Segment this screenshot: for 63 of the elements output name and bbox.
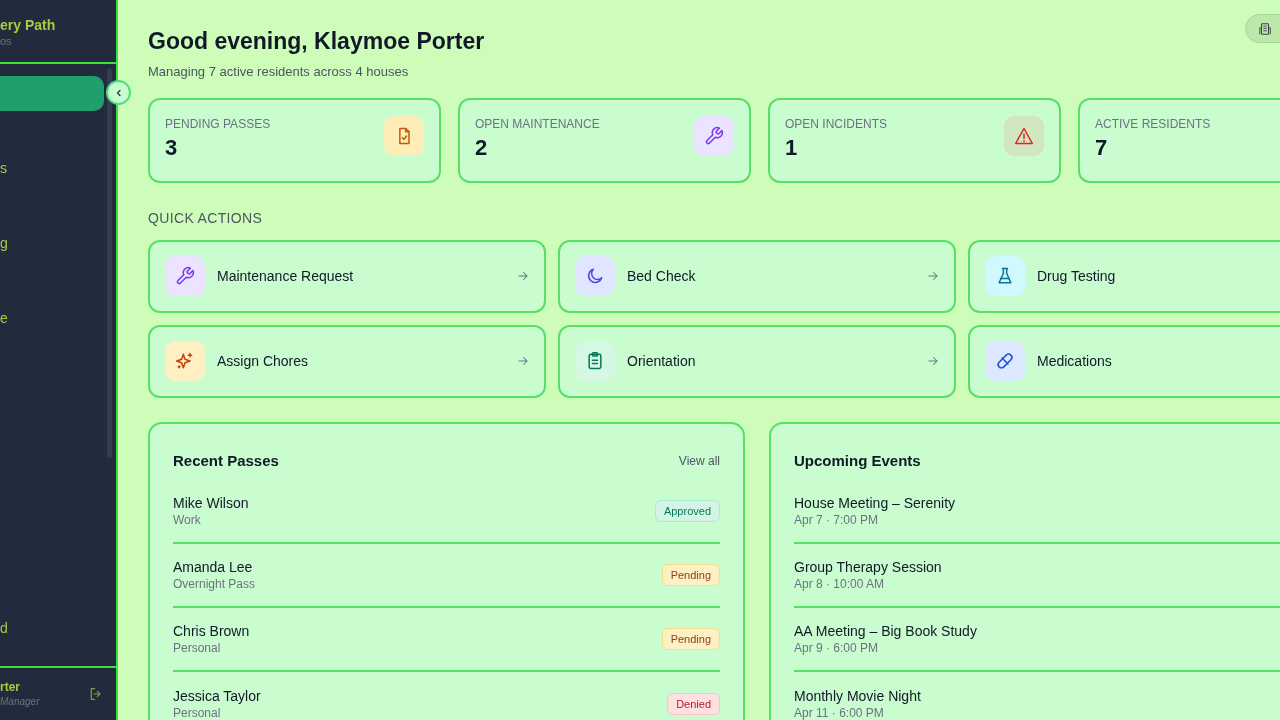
event-time: Apr 11 · 6:00 PM (794, 704, 885, 720)
sparkles-icon (175, 351, 195, 371)
stat-value: 3 (165, 133, 179, 162)
status-badge: Approved (654, 499, 720, 523)
pass-type: Overnight Pass (173, 576, 256, 592)
quick-action-button[interactable]: Assign Chores (148, 324, 546, 398)
status-badge: Pending (661, 563, 720, 587)
pass-type: Personal (173, 640, 222, 656)
stat-label: PENDING PASSES (165, 115, 271, 132)
arrow-right-icon (516, 269, 530, 283)
stat-value: 2 (475, 133, 489, 162)
resident-name: Chris Brown (173, 622, 250, 640)
section-heading: QUICK ACTIONS (148, 208, 264, 227)
greeting-heading: Good evening, Klaymoe Porter (148, 27, 485, 56)
status-badge: Denied (667, 692, 720, 716)
arrow-right-icon (926, 354, 940, 368)
pill-icon (995, 351, 1015, 371)
event-name: Monthly Movie Night (794, 686, 922, 705)
panel-title: Upcoming Events (794, 450, 922, 471)
pass-type: Work (173, 512, 202, 528)
stat-value: 7 (1095, 133, 1109, 162)
pass-type: Personal (173, 705, 222, 720)
wrench-icon (704, 125, 724, 146)
wrench-icon (175, 266, 195, 286)
nav-item[interactable]: s (0, 151, 104, 186)
quick-action-button[interactable]: Drug Testing (968, 239, 1280, 313)
resident-name: Amanda Lee (173, 558, 254, 576)
panel-title: Recent Passes (173, 450, 279, 471)
status-badge: Pending (661, 627, 720, 651)
event-time: Apr 8 · 10:00 AM (794, 575, 886, 592)
view-all-link[interactable]: View all (678, 451, 720, 470)
event-time: Apr 9 · 6:00 PM (794, 639, 880, 656)
nav-item[interactable]: e (0, 301, 104, 336)
arrow-right-icon (926, 269, 940, 283)
flask-icon (995, 266, 1015, 286)
resident-name: Mike Wilson (173, 494, 249, 512)
moon-icon (585, 266, 605, 286)
greeting-subtitle: Managing 7 active residents across 4 houses (148, 63, 410, 81)
brand-subtitle: os (0, 34, 12, 48)
resident-name: Jessica Taylor (173, 687, 261, 705)
quick-action-button[interactable]: Medications (968, 324, 1280, 398)
arrow-right-icon (516, 354, 530, 368)
quick-action-button[interactable]: Bed Check (558, 239, 956, 313)
building-icon (1258, 21, 1272, 36)
event-time: Apr 7 · 7:00 PM (794, 511, 880, 528)
warning-icon (1014, 125, 1034, 146)
stat-label: OPEN MAINTENANCE (475, 115, 600, 132)
event-name: AA Meeting – Big Book Study (794, 621, 978, 640)
quick-action-button[interactable]: Orientation (558, 324, 956, 398)
user-name: rter (0, 679, 21, 695)
quick-action-button[interactable]: Maintenance Request (148, 239, 546, 313)
nav-item[interactable]: g (0, 226, 104, 261)
nav-item[interactable]: d (0, 611, 104, 646)
brand-name: ery Path (0, 16, 56, 34)
stat-value: 1 (785, 133, 799, 162)
collapse-button[interactable] (106, 80, 131, 105)
stat-label: OPEN INCIDENTS (785, 115, 887, 132)
scrollbar[interactable] (107, 68, 112, 458)
event-name: House Meeting – Serenity (794, 493, 957, 512)
user-role: Manager (0, 694, 40, 709)
clipboard-icon (585, 351, 605, 371)
stat-label: ACTIVE RESIDENTS (1095, 115, 1211, 132)
event-name: Group Therapy Session (794, 557, 943, 576)
